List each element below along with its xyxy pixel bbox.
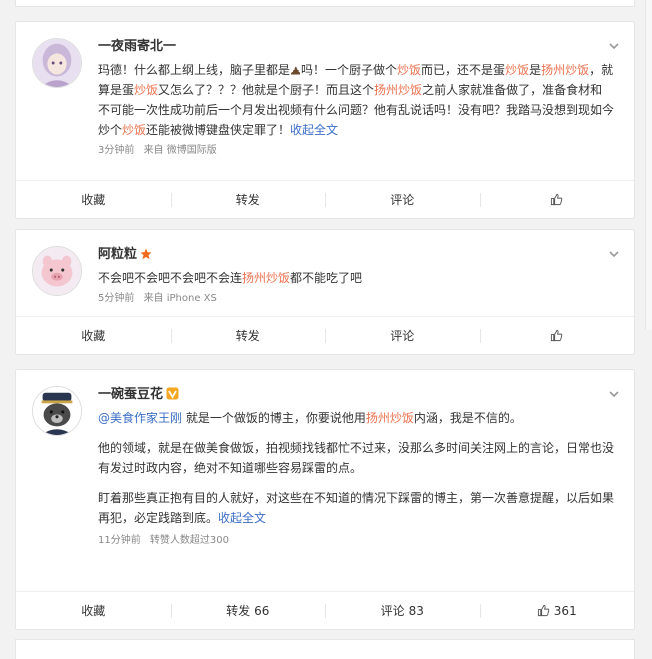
- text-run: 他的领域，就是在做美食做饭，拍视频找钱都忙不过来，没那么多时间关注网上的言论，日…: [98, 441, 615, 475]
- text-run: 就是一个做饭的博主，你要说他用: [182, 411, 366, 425]
- like-button[interactable]: 361: [479, 592, 635, 629]
- poop-emoji-icon: [291, 66, 301, 75]
- topic-keyword[interactable]: 炒饭: [134, 83, 158, 97]
- favorite-button[interactable]: 收藏: [16, 317, 171, 354]
- favorite-button[interactable]: 收藏: [16, 592, 171, 629]
- favorite-button[interactable]: 收藏: [16, 181, 171, 218]
- avatar[interactable]: [32, 246, 82, 296]
- post-text: @美食作家王刚 就是一个做饭的博主，你要说他用扬州炒饭内涵，我是不信的。他的领域…: [98, 408, 614, 528]
- repost-button[interactable]: 转发: [170, 181, 326, 218]
- post-time[interactable]: 3分钟前: [98, 145, 134, 156]
- comment-button[interactable]: 评论: [325, 317, 480, 354]
- chevron-down-icon[interactable]: [608, 388, 620, 400]
- post-source: 转赞人数超过300: [149, 535, 230, 546]
- text-run: 还能被微博键盘侠定罪了！: [146, 123, 291, 137]
- comment-count: 83: [408, 603, 424, 618]
- repost-button[interactable]: 转发: [170, 317, 326, 354]
- action-bar: 收藏 转发 评论: [16, 316, 634, 354]
- repost-count: 66: [254, 603, 270, 618]
- topic-keyword[interactable]: 炒饭: [122, 123, 146, 137]
- previous-card-bottom: [15, 0, 635, 7]
- post-paragraph: 盯着那些真正抱有目的人就好，对这些在不知道的情况下踩雷的博主，第一次善意提醒，以…: [98, 488, 614, 528]
- post-meta: 5分钟前 来自 iPhone XS: [98, 292, 614, 306]
- text-run: 玛德！什么都上纲上线，脑子里都是: [98, 63, 291, 77]
- thumbs-up-icon: [537, 604, 550, 617]
- thumbs-up-icon: [551, 329, 563, 342]
- post-text: 不会吧不会吧不会吧不会连扬州炒饭都不能吃了吧: [98, 268, 614, 288]
- topic-keyword[interactable]: 扬州炒饭: [366, 411, 414, 425]
- post-meta: 3分钟前 来自 微博国际版: [98, 144, 614, 158]
- username[interactable]: 一碗蚕豆花: [98, 386, 614, 404]
- mention-link[interactable]: @美食作家王刚: [98, 411, 182, 425]
- star-badge-icon[interactable]: [140, 248, 152, 260]
- collapse-text-link[interactable]: 收起全文: [290, 123, 338, 137]
- thumbs-up-icon: [551, 193, 563, 206]
- text-run: 都不能吃了吧: [290, 271, 363, 285]
- text-run: 而已，还不是蛋: [421, 63, 506, 77]
- chevron-down-icon[interactable]: [608, 40, 620, 52]
- like-button[interactable]: [479, 317, 635, 354]
- avatar[interactable]: [32, 386, 82, 436]
- action-bar: 收藏 转发 评论: [16, 180, 634, 218]
- post-source: 来自 微博国际版: [143, 145, 217, 156]
- topic-keyword[interactable]: 炒饭: [505, 63, 529, 77]
- action-bar: 收藏 转发 66 评论 83 361: [16, 591, 634, 629]
- avatar[interactable]: [32, 38, 82, 88]
- post-time[interactable]: 5分钟前: [98, 293, 134, 304]
- text-run: 内涵，我是不信的。: [413, 411, 522, 425]
- chevron-down-icon[interactable]: [608, 248, 620, 260]
- text-run: 不会吧不会吧不会吧不会连: [98, 271, 243, 285]
- weibo-card: 一夜雨寄北一 玛德！什么都上纲上线，脑子里都是 吗！一个厨子做个炒饭而已，还不是蛋…: [15, 21, 635, 219]
- repost-button[interactable]: 转发 66: [170, 592, 326, 629]
- comment-button[interactable]: 评论 83: [325, 592, 480, 629]
- post-paragraph: @美食作家王刚 就是一个做饭的博主，你要说他用扬州炒饭内涵，我是不信的。: [98, 408, 614, 428]
- like-count: 361: [553, 603, 577, 618]
- collapse-text-link[interactable]: 收起全文: [218, 511, 266, 525]
- text-run: 吗！一个厨子做个: [301, 63, 398, 77]
- weibo-card: 一碗蚕豆花 @美食作家王刚 就是一个做饭的博主，你要说他用扬州炒饭内涵，我是不信…: [15, 369, 635, 630]
- like-button[interactable]: [479, 181, 635, 218]
- verified-v-badge-icon[interactable]: [166, 387, 179, 400]
- post-source: 来自 iPhone XS: [143, 293, 217, 304]
- next-card-top: [15, 639, 635, 659]
- post-meta: 11分钟前 转赞人数超过300: [98, 534, 614, 548]
- text-run: 是: [529, 63, 542, 77]
- post-time[interactable]: 11分钟前: [98, 535, 141, 546]
- username[interactable]: 阿粒粒: [98, 246, 614, 264]
- topic-keyword[interactable]: 炒饭: [397, 63, 421, 77]
- post-paragraph: 他的领域，就是在做美食做饭，拍视频找钱都忙不过来，没那么多时间关注网上的言论，日…: [98, 438, 614, 478]
- right-sidebar-edge: [645, 0, 652, 330]
- topic-keyword[interactable]: 扬州炒饭: [374, 83, 422, 97]
- weibo-card: 阿粒粒 不会吧不会吧不会吧不会连扬州炒饭都不能吃了吧 5分钟前 来自 iPhon…: [15, 229, 635, 355]
- comment-button[interactable]: 评论: [325, 181, 480, 218]
- text-run: 又怎么了？？？他就是个厨子！而且这个: [158, 83, 375, 97]
- username[interactable]: 一夜雨寄北一: [98, 38, 614, 56]
- topic-keyword[interactable]: 扬州炒饭: [242, 271, 290, 285]
- topic-keyword[interactable]: 扬州炒饭: [541, 63, 589, 77]
- post-text: 玛德！什么都上纲上线，脑子里都是 吗！一个厨子做个炒饭而已，还不是蛋炒饭是扬州炒饭…: [98, 60, 614, 140]
- text-run: 盯着那些真正抱有目的人就好，对这些在不知道的情况下踩雷的博主，第一次善意提醒，以…: [98, 491, 615, 525]
